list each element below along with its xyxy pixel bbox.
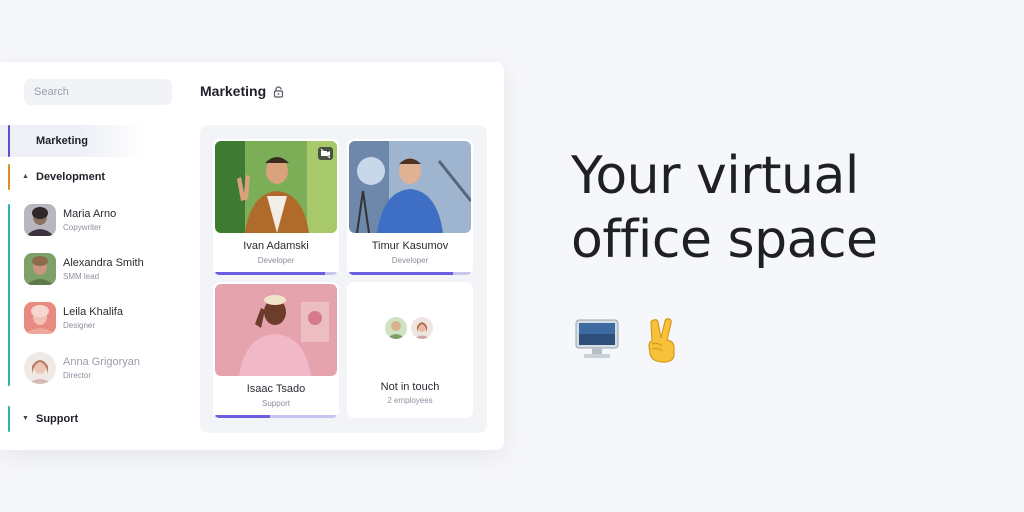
group-label: Support: [36, 413, 79, 425]
member-item[interactable]: Alexandra Smith SMM lead: [24, 253, 184, 287]
participant-video: [349, 141, 471, 233]
avatar: [24, 204, 56, 236]
member-name: Anna Grigoryan: [63, 356, 141, 368]
member-role: Designer: [63, 321, 96, 330]
progress-bar: [349, 272, 471, 275]
member-role: Copywriter: [63, 223, 102, 232]
avatar: [24, 302, 56, 334]
video-tile[interactable]: Timur Kasumov Developer: [347, 139, 473, 275]
member-name: Maria Arno: [63, 208, 117, 220]
search-input[interactable]: Search: [24, 79, 172, 105]
avatar: [24, 253, 56, 285]
sidebar-group-support[interactable]: ▼ Support: [0, 406, 180, 432]
room-title: Marketing: [200, 83, 267, 99]
member-role: Director: [63, 371, 92, 380]
participant-video: [215, 141, 337, 233]
video-grid: Ivan Adamski Developer Timur Kasumov Dev…: [200, 125, 487, 433]
participant-name: Timur Kasumov: [371, 240, 449, 252]
group-color-bar: [8, 406, 10, 432]
member-item[interactable]: Maria Arno Copywriter: [24, 204, 184, 238]
group-member-line: [8, 204, 10, 386]
app-window: Search Marketing ▲ Development Maria Arn…: [0, 62, 504, 450]
sidebar-group-development[interactable]: ▲ Development: [0, 164, 180, 190]
video-tile[interactable]: Isaac Tsado Support: [213, 282, 339, 418]
headline-line-2: office space: [571, 210, 878, 270]
avatar: [24, 352, 56, 384]
lock-icon[interactable]: [273, 86, 284, 98]
participant-video: [215, 284, 337, 376]
camera-off-icon: [318, 147, 333, 160]
offline-avatars: [383, 315, 439, 343]
member-role: SMM lead: [63, 272, 100, 281]
member-name: Alexandra Smith: [63, 257, 144, 269]
group-status-title: Not in touch: [380, 381, 440, 393]
participant-role: Support: [261, 399, 291, 408]
sidebar-group-marketing[interactable]: Marketing: [0, 125, 146, 157]
progress-bar: [215, 272, 337, 275]
group-color-bar: [8, 125, 10, 157]
victory-hand-emoji: [648, 318, 675, 363]
group-status-count: 2 employees: [387, 396, 433, 405]
video-tile[interactable]: Ivan Adamski Developer: [213, 139, 339, 275]
headline-line-1: Your virtual: [571, 146, 859, 206]
desktop-computer-emoji: [575, 319, 619, 358]
chevron-down-icon: ▼: [22, 415, 29, 422]
participant-role: Developer: [257, 256, 295, 265]
member-item[interactable]: Anna Grigoryan Director: [24, 352, 184, 386]
participant-role: Developer: [391, 256, 429, 265]
participant-name: Ivan Adamski: [243, 240, 309, 252]
group-label: Marketing: [36, 135, 88, 147]
not-in-touch-tile[interactable]: Not in touch 2 employees: [347, 282, 473, 418]
chevron-up-icon: ▲: [22, 173, 29, 180]
group-color-bar: [8, 164, 10, 190]
member-name: Leila Khalifa: [63, 306, 123, 318]
participant-name: Isaac Tsado: [246, 383, 306, 395]
avatar: [383, 315, 409, 341]
hero-headline: Your virtual office space: [571, 144, 878, 272]
group-label: Development: [36, 171, 106, 183]
progress-bar: [215, 415, 337, 418]
avatar: [409, 315, 435, 341]
member-item[interactable]: Leila Khalifa Designer: [24, 302, 184, 336]
